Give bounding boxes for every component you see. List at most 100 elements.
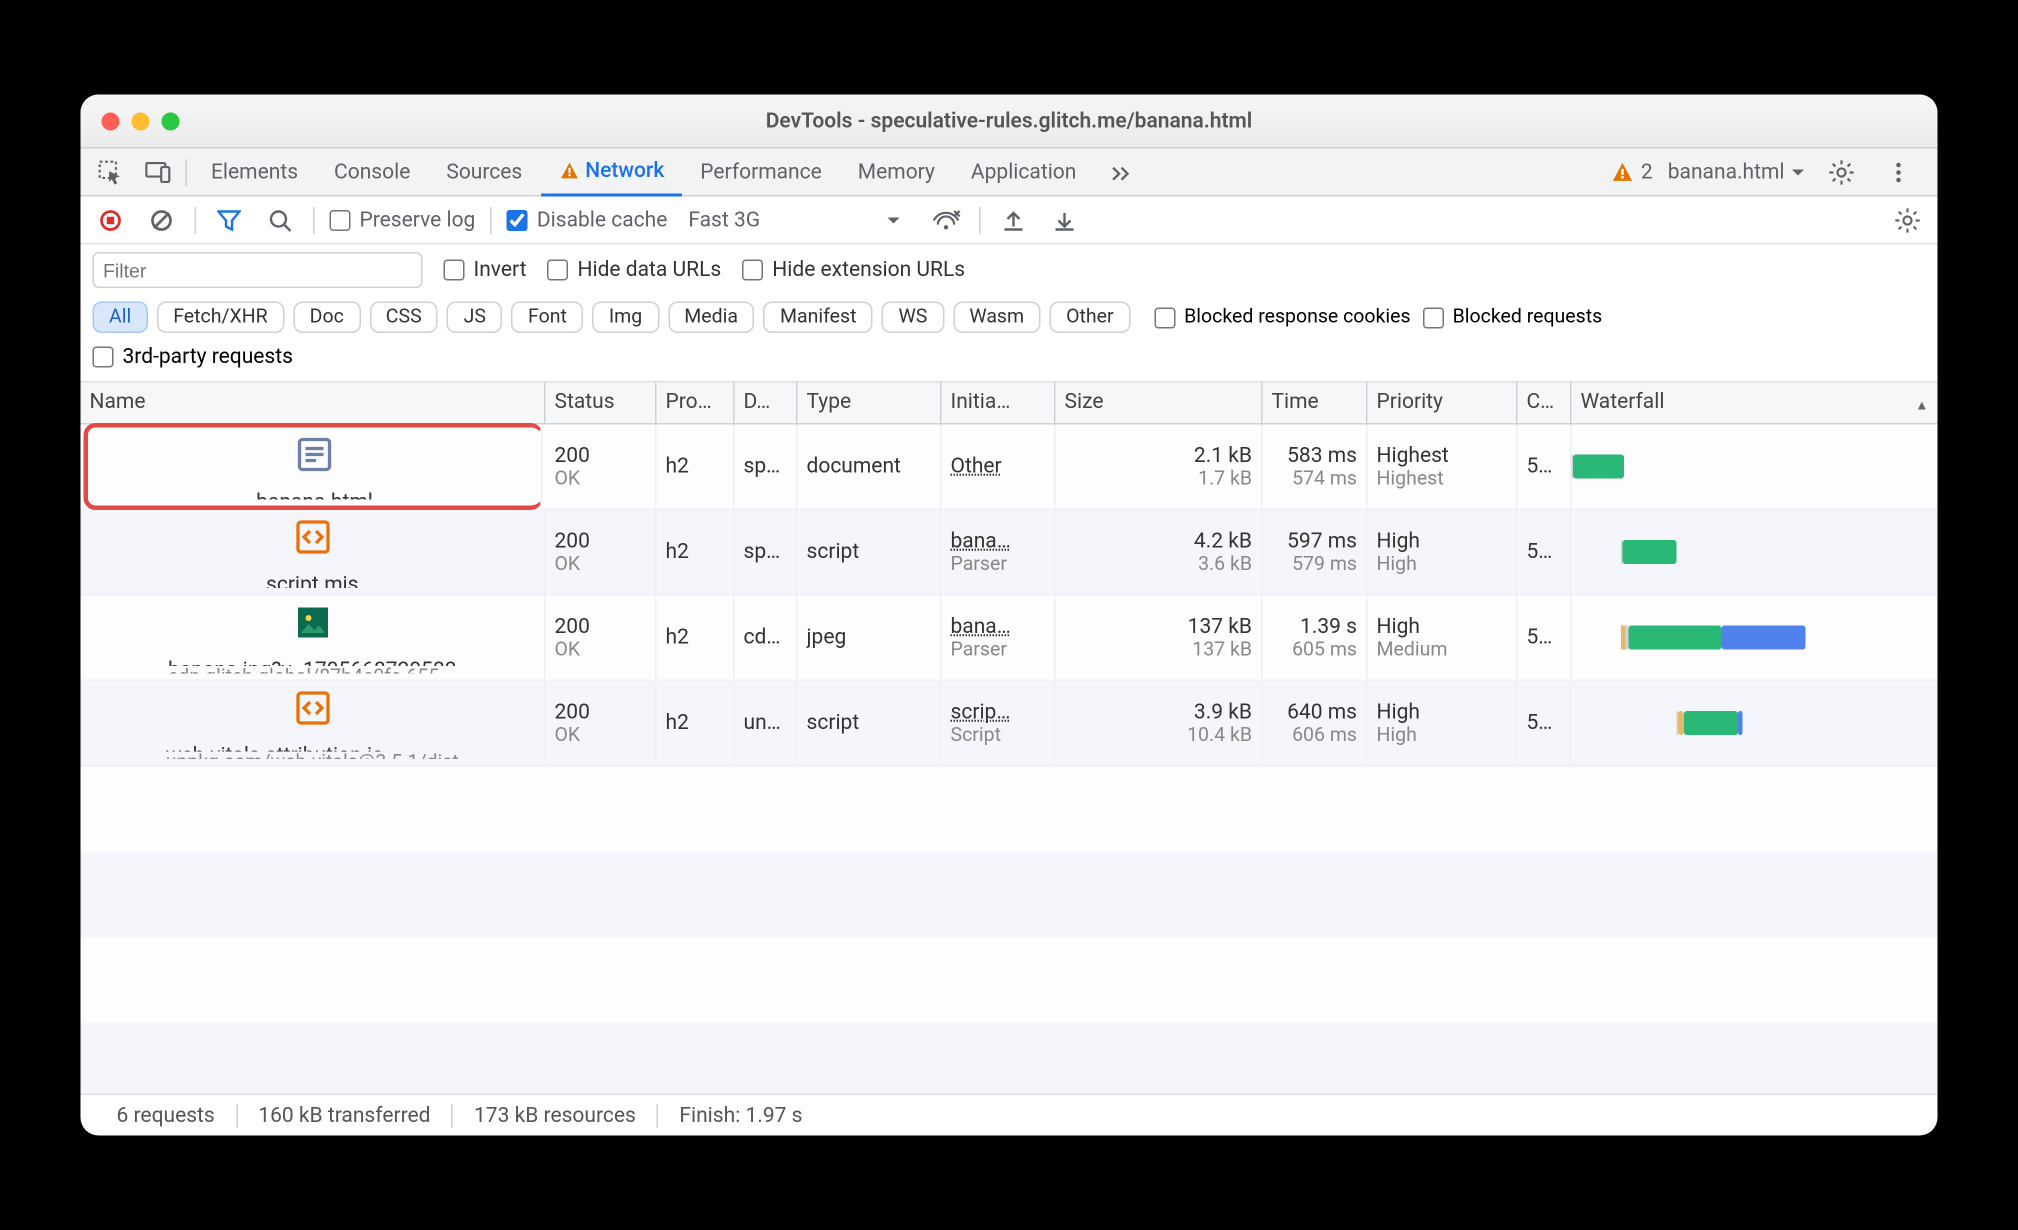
disable-cache-checkbox[interactable]: Disable cache xyxy=(507,208,668,232)
blocked-cookies-label: Blocked response cookies xyxy=(1184,306,1411,329)
tab-memory[interactable]: Memory xyxy=(840,148,953,196)
issues-counter[interactable]: 2 xyxy=(1611,160,1653,184)
request-name: web-vitals.attribution.js xyxy=(166,744,459,752)
filter-pill-img[interactable]: Img xyxy=(592,302,658,334)
tab-console[interactable]: Console xyxy=(316,148,428,196)
column-header[interactable]: Time xyxy=(1263,383,1368,424)
third-party-checkbox[interactable]: 3rd-party requests xyxy=(93,345,293,369)
script-icon xyxy=(291,516,333,558)
filter-pill-font[interactable]: Font xyxy=(512,302,584,334)
request-name: banana.html xyxy=(256,491,373,500)
network-conditions-icon[interactable] xyxy=(928,202,964,238)
invert-checkbox[interactable]: Invert xyxy=(444,258,527,282)
filter-pill-manifest[interactable]: Manifest xyxy=(763,302,872,334)
filter-pill-all[interactable]: All xyxy=(93,302,148,334)
hide-extension-urls-label: Hide extension URLs xyxy=(772,258,965,282)
column-header[interactable]: D… xyxy=(735,383,798,424)
blocked-requests-checkbox[interactable]: Blocked requests xyxy=(1423,306,1603,329)
column-header[interactable]: Initia… xyxy=(942,383,1056,424)
table-row[interactable]: web-vitals.attribution.jsunpkg.com/web-v… xyxy=(81,681,1938,767)
tab-performance[interactable]: Performance xyxy=(682,148,840,196)
tab-application[interactable]: Application xyxy=(953,148,1094,196)
traffic-lights xyxy=(81,112,201,130)
network-settings-gear-icon[interactable] xyxy=(1890,202,1926,238)
tab-sources[interactable]: Sources xyxy=(428,148,540,196)
request-name: script.mjs xyxy=(266,573,359,588)
filter-pill-js[interactable]: JS xyxy=(447,302,502,334)
table-row[interactable]: banana.html200OKh2sp…documentOther2.1 kB… xyxy=(81,425,1938,511)
panel-tabs: Elements Console Sources Network Performance… xyxy=(81,149,1938,197)
filter-pill-ws[interactable]: WS xyxy=(882,302,944,334)
request-name-sub: unpkg.com/web-vitals@3.5.1/dist xyxy=(166,752,459,759)
tab-label: Application xyxy=(971,160,1076,184)
upload-har-icon[interactable] xyxy=(996,202,1032,238)
tab-label: Network xyxy=(585,158,664,182)
network-toolbar: Preserve log Disable cache Fast 3G xyxy=(81,197,1938,245)
column-header[interactable]: Waterfall▲ xyxy=(1572,383,1938,424)
column-header[interactable]: Size xyxy=(1056,383,1263,424)
tab-elements[interactable]: Elements xyxy=(193,148,316,196)
request-name-sub: cdn.glitch.global/87b4c0fe-655… xyxy=(168,666,456,673)
tab-network[interactable]: Network xyxy=(540,148,682,196)
status-transferred: 160 kB transferred xyxy=(236,1103,452,1127)
filter-row-2: All Fetch/XHR Doc CSS JS FontImg MediaManifest… xyxy=(81,296,1938,340)
table-header: NameStatusPro…D…TypeInitia…SizeTimePrior… xyxy=(81,383,1938,425)
throttling-select[interactable]: Fast 3G xyxy=(682,208,766,232)
column-header[interactable]: Status xyxy=(546,383,657,424)
table-row[interactable]: script.mjs200OKh2sp…scriptbana…Parser4.2… xyxy=(81,510,1938,596)
devtools-window: DevTools - speculative-rules.glitch.me/b… xyxy=(81,95,1938,1136)
invert-label: Invert xyxy=(474,258,527,282)
blocked-cookies-checkbox[interactable]: Blocked response cookies xyxy=(1154,306,1411,329)
column-header[interactable]: Priority xyxy=(1368,383,1518,424)
filter-icon[interactable] xyxy=(211,202,247,238)
status-resources: 173 kB resources xyxy=(451,1103,656,1127)
tab-label: Elements xyxy=(211,160,298,184)
zoom-window-button[interactable] xyxy=(162,112,180,130)
filter-pill-media[interactable]: Media xyxy=(668,302,755,334)
search-icon[interactable] xyxy=(262,202,298,238)
target-selector[interactable]: banana.html xyxy=(1668,160,1806,184)
dropdown-caret-icon[interactable] xyxy=(886,212,901,227)
column-header[interactable]: Type xyxy=(798,383,942,424)
close-window-button[interactable] xyxy=(102,112,120,130)
clear-button[interactable] xyxy=(144,202,180,238)
blocked-requests-label: Blocked requests xyxy=(1453,306,1603,329)
request-name: banana.jpg?v=1705668720588 xyxy=(168,659,456,667)
filter-pill-fetch-xhr[interactable]: Fetch/XHR xyxy=(157,302,284,334)
status-requests: 6 requests xyxy=(96,1103,236,1127)
img-icon xyxy=(291,602,333,644)
tab-label: Sources xyxy=(446,160,522,184)
record-button[interactable] xyxy=(93,202,129,238)
inspect-element-icon[interactable] xyxy=(90,151,132,193)
tab-label: Console xyxy=(334,160,410,184)
filter-pill-other[interactable]: Other xyxy=(1050,302,1130,334)
column-header[interactable]: C… xyxy=(1518,383,1572,424)
filter-pill-wasm[interactable]: Wasm xyxy=(953,302,1041,334)
download-har-icon[interactable] xyxy=(1047,202,1083,238)
throttling-label: Fast 3G xyxy=(688,208,760,232)
column-header[interactable]: Pro… xyxy=(657,383,735,424)
preserve-log-label: Preserve log xyxy=(360,208,476,232)
column-header[interactable]: Name xyxy=(81,383,546,424)
hide-extension-urls-checkbox[interactable]: Hide extension URLs xyxy=(742,258,965,282)
filter-pill-doc[interactable]: Doc xyxy=(293,302,360,334)
target-label: banana.html xyxy=(1668,160,1785,184)
filter-row-3: 3rd-party requests xyxy=(81,339,1938,383)
more-tabs-chevron-icon[interactable] xyxy=(1100,151,1142,193)
statusbar: 6 requests 160 kB transferred 173 kB res… xyxy=(81,1094,1938,1136)
preserve-log-checkbox[interactable]: Preserve log xyxy=(330,208,476,232)
doc-icon xyxy=(294,434,336,476)
filter-row-1: Invert Hide data URLs Hide extension URL… xyxy=(81,245,1938,296)
device-toolbar-icon[interactable] xyxy=(138,151,180,193)
settings-gear-icon[interactable] xyxy=(1821,151,1863,193)
hide-data-urls-checkbox[interactable]: Hide data URLs xyxy=(547,258,721,282)
kebab-menu-icon[interactable] xyxy=(1878,151,1920,193)
table-row[interactable]: banana.jpg?v=1705668720588cdn.glitch.glo… xyxy=(81,596,1938,682)
filter-pill-css[interactable]: CSS xyxy=(369,302,438,334)
minimize-window-button[interactable] xyxy=(132,112,150,130)
filter-input[interactable] xyxy=(93,252,423,288)
tab-label: Performance xyxy=(700,160,822,184)
window-titlebar: DevTools - speculative-rules.glitch.me/b… xyxy=(81,95,1938,149)
status-finish: Finish: 1.97 s xyxy=(657,1103,824,1127)
window-title: DevTools - speculative-rules.glitch.me/b… xyxy=(81,109,1938,133)
